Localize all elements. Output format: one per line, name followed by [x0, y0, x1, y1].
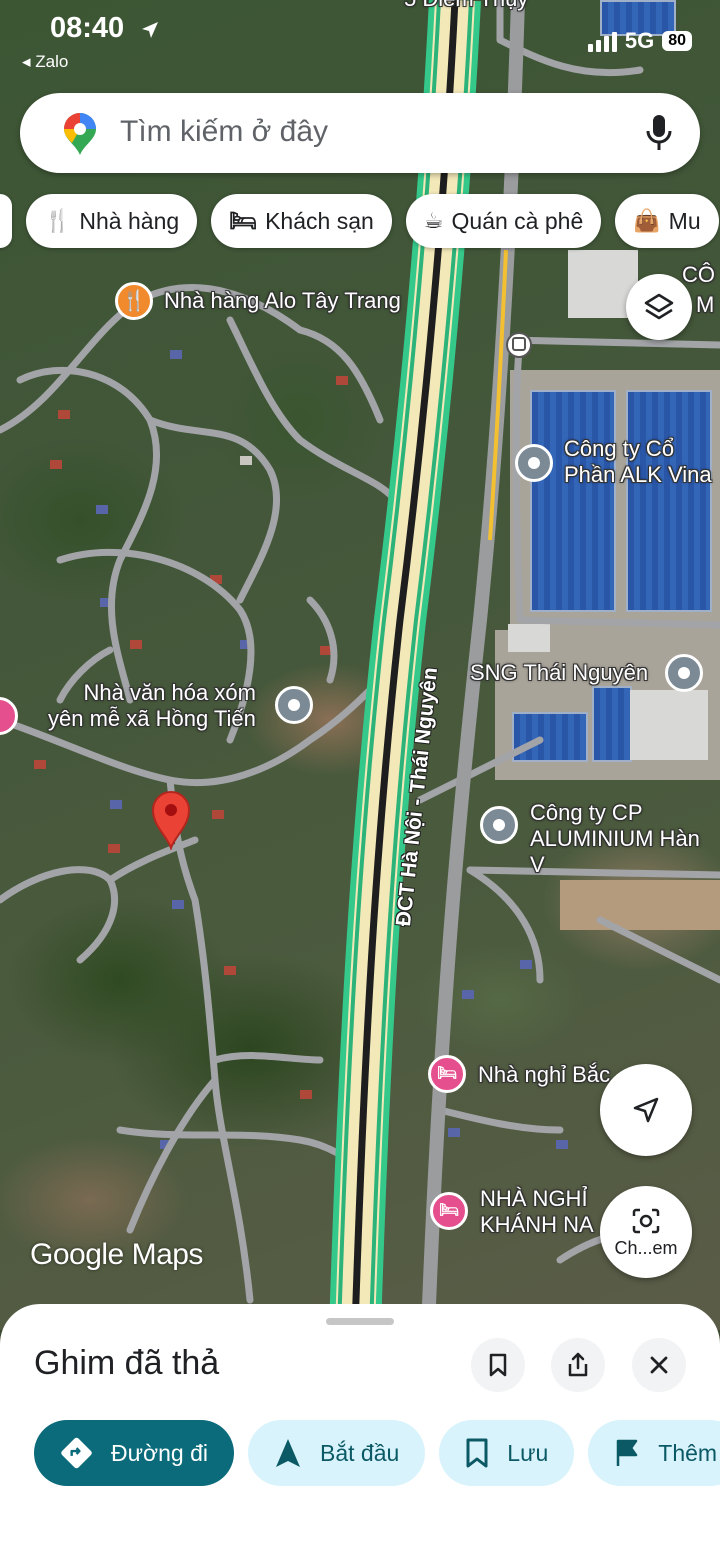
bookmark-icon	[489, 1353, 507, 1377]
poi-label-hotel-khanh[interactable]: NHÀ NGHỈ KHÁNH NA	[480, 1186, 594, 1238]
bottom-sheet[interactable]: Ghim đã thả Đường đi Bắt đầu Lưu Thêm	[0, 1304, 720, 1557]
save-label: Lưu	[507, 1439, 549, 1466]
flag-icon	[617, 1439, 638, 1466]
camera-search-icon	[632, 1208, 660, 1233]
google-maps-attribution: Google Maps	[30, 1238, 203, 1271]
battery-icon: 80	[662, 31, 692, 51]
coffee-icon: ☕	[423, 208, 444, 233]
chip-label: Khách sạn	[265, 207, 374, 234]
poi-label-aluminium[interactable]: Công ty CP ALUMINIUM Hàn V	[530, 800, 720, 878]
directions-icon	[61, 1437, 92, 1469]
search-bar[interactable]: Tìm kiếm ở đây	[20, 93, 700, 173]
place-pin-icon[interactable]	[665, 654, 703, 692]
directions-button[interactable]: Đường đi	[34, 1420, 234, 1486]
layers-button[interactable]	[626, 274, 692, 340]
start-button[interactable]: Bắt đầu	[248, 1420, 426, 1486]
top-partial-label: 5 Điểm Thụy	[404, 0, 528, 12]
camera-button-label: Ch...em	[614, 1237, 678, 1258]
location-arrow-icon	[142, 22, 158, 38]
top-right-partial-label: CÔ	[682, 262, 715, 287]
status-indicators: 5G 80	[587, 28, 692, 54]
share-icon	[568, 1352, 588, 1377]
category-chips: 🍴 Nhà hàng 🛏 Khách sạn ☕ Quán cà phê 👜 M…	[0, 194, 719, 248]
bookmark-icon	[466, 1438, 488, 1468]
save-bookmark-button[interactable]	[471, 1338, 525, 1392]
bus-stop-icon	[506, 332, 532, 358]
place-pin-icon[interactable]	[515, 444, 553, 482]
chip-label: Nhà hàng	[79, 207, 180, 234]
chip-label: Quán cà phê	[451, 207, 584, 234]
poi-label-cultural-house[interactable]: Nhà văn hóa xóm yên mễ xã Hồng Tiến	[48, 680, 256, 732]
signal-icon	[587, 30, 617, 52]
lens-camera-button[interactable]: Ch...em	[600, 1186, 692, 1278]
directions-label: Đường đi	[111, 1439, 208, 1466]
chip-shopping[interactable]: 👜 Mu	[615, 194, 719, 248]
navigation-start-icon	[276, 1439, 300, 1467]
start-label: Bắt đầu	[320, 1439, 400, 1466]
poi-label-sng[interactable]: SNG Thái Nguyên	[470, 660, 648, 686]
poi-label-alk[interactable]: Công ty Cổ Phần ALK Vina	[564, 436, 712, 488]
layers-icon	[644, 293, 674, 320]
back-to-app-link[interactable]: ◂ Zalo	[22, 52, 68, 72]
google-maps-logo-icon	[64, 113, 96, 155]
navigation-arrow-icon	[633, 1097, 659, 1123]
chip-coffee[interactable]: ☕ Quán cà phê	[405, 194, 602, 248]
network-type: 5G	[624, 28, 655, 53]
chip-history[interactable]	[0, 194, 12, 248]
hotel-pin-icon[interactable]: 🛏	[428, 1055, 466, 1093]
status-time: 08:40	[50, 12, 125, 44]
shopping-bag-icon: 👜	[633, 208, 661, 233]
place-pin-icon[interactable]	[275, 686, 313, 724]
sheet-drag-handle[interactable]	[326, 1318, 394, 1325]
chip-hotels[interactable]: 🛏 Khách sạn	[211, 194, 392, 248]
close-button[interactable]	[632, 1338, 686, 1392]
poi-label-hotel-bac[interactable]: Nhà nghỉ Bắc	[478, 1062, 610, 1088]
hotel-pin-icon[interactable]: 🛏	[430, 1192, 468, 1230]
microphone-icon[interactable]	[646, 113, 672, 153]
search-input[interactable]: Tìm kiếm ở đây	[120, 115, 328, 149]
chip-restaurants[interactable]: 🍴 Nhà hàng	[26, 194, 198, 248]
save-button[interactable]: Lưu	[439, 1420, 575, 1486]
restaurant-icon: 🍴	[44, 208, 72, 233]
my-location-button[interactable]	[600, 1064, 692, 1156]
poi-label-restaurant[interactable]: Nhà hàng Alo Tây Trang	[164, 288, 401, 314]
more-button[interactable]: Thêm	[588, 1420, 720, 1486]
more-label: Thêm	[658, 1439, 718, 1466]
action-buttons: Đường đi Bắt đầu Lưu Thêm	[34, 1420, 720, 1486]
share-button[interactable]	[551, 1338, 605, 1392]
place-pin-icon[interactable]	[480, 806, 518, 844]
sheet-title: Ghim đã thả	[34, 1344, 220, 1382]
hotel-icon: 🛏	[229, 208, 258, 233]
top-right-partial-label: M	[696, 292, 715, 317]
close-icon	[650, 1356, 668, 1374]
restaurant-pin-icon[interactable]: 🍴	[115, 282, 153, 320]
chip-label: Mu	[668, 207, 701, 234]
dropped-pin-icon[interactable]	[149, 790, 193, 850]
